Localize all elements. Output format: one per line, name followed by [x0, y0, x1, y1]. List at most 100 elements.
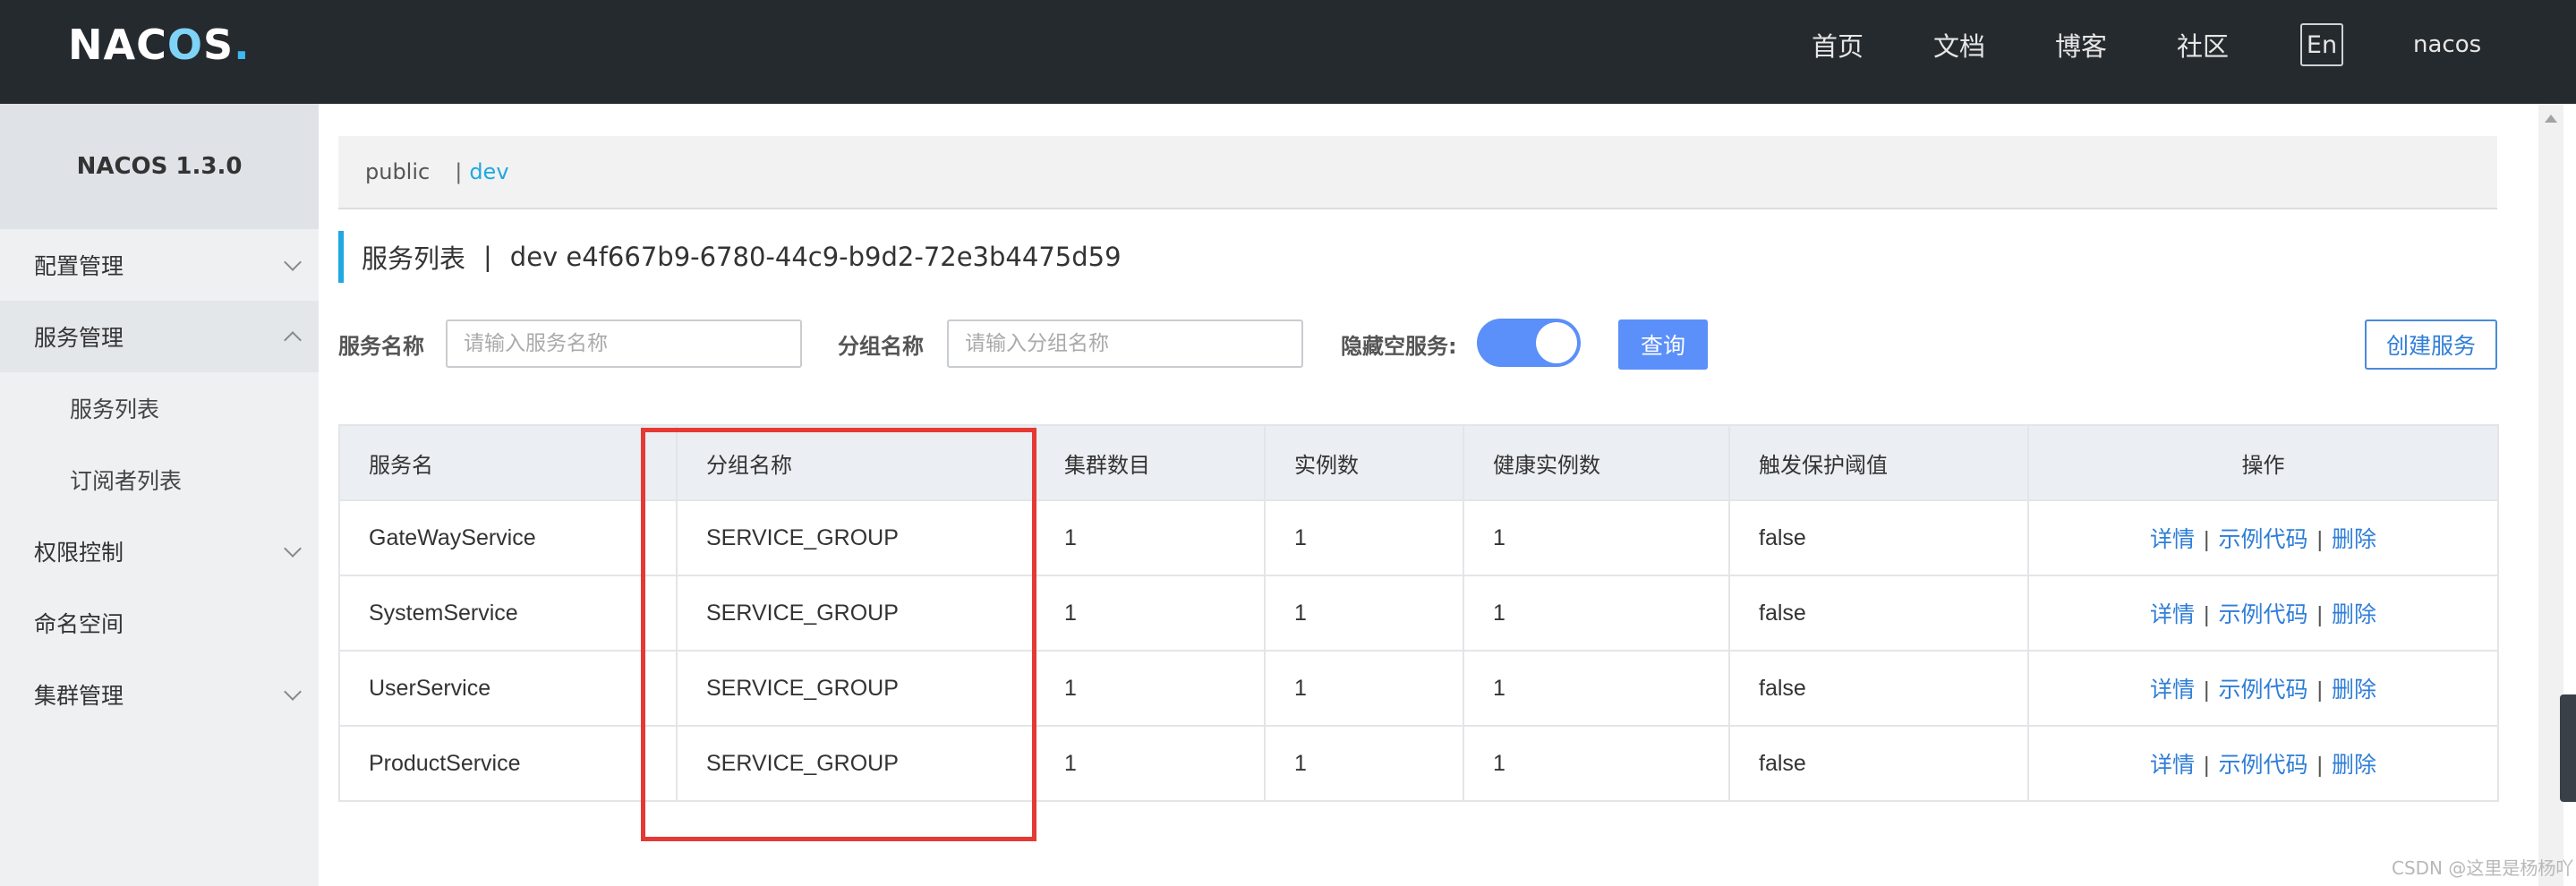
- table-row: SystemService SERVICE_GROUP 1 1 1 false …: [338, 575, 2499, 652]
- cell-protect-threshold: false: [1728, 725, 2029, 802]
- cell-instance-count: 1: [1264, 650, 1464, 727]
- cell-spacer: [642, 499, 678, 576]
- cell-cluster-count: 1: [1034, 725, 1266, 802]
- op-separator: |: [2203, 527, 2210, 552]
- delete-link[interactable]: 删除: [2332, 527, 2376, 552]
- sample-code-link[interactable]: 示例代码: [2218, 753, 2307, 778]
- cell-cluster-count: 1: [1034, 499, 1266, 576]
- sidebar-item-subscriber-list[interactable]: 订阅者列表: [0, 444, 319, 515]
- column-header-healthy-instance-count[interactable]: 健康实例数: [1463, 424, 1730, 501]
- sidebar-item-service-management[interactable]: 服务管理: [0, 301, 319, 372]
- cell-healthy-instance-count: 1: [1463, 499, 1730, 576]
- nav-docs-link[interactable]: 文档: [1933, 0, 1985, 89]
- page-title-text: 服务列表: [362, 243, 466, 274]
- cell-group-name: SERVICE_GROUP: [676, 650, 1036, 727]
- delete-link[interactable]: 删除: [2332, 602, 2376, 627]
- sample-code-link[interactable]: 示例代码: [2218, 602, 2307, 627]
- sample-code-link[interactable]: 示例代码: [2218, 677, 2307, 703]
- op-separator: |: [2203, 677, 2210, 703]
- cell-spacer: [642, 725, 678, 802]
- cell-instance-count: 1: [1264, 725, 1464, 802]
- namespace-public-link[interactable]: public: [365, 159, 430, 184]
- sidebar-item-config-management[interactable]: 配置管理: [0, 229, 319, 301]
- query-button[interactable]: 查询: [1618, 319, 1708, 370]
- detail-link[interactable]: 详情: [2150, 753, 2195, 778]
- column-header-instance-count[interactable]: 实例数: [1264, 424, 1464, 501]
- op-separator: |: [2203, 753, 2210, 778]
- sidebar-item-label: 权限控制: [34, 540, 124, 566]
- group-name-input[interactable]: [947, 319, 1303, 368]
- sidebar-item-access-control[interactable]: 权限控制: [0, 515, 319, 587]
- op-separator: |: [2316, 753, 2324, 778]
- cell-cluster-count: 1: [1034, 650, 1266, 727]
- cell-cluster-count: 1: [1034, 575, 1266, 652]
- cell-group-name: SERVICE_GROUP: [676, 725, 1036, 802]
- detail-link[interactable]: 详情: [2150, 527, 2195, 552]
- language-switch-button[interactable]: En: [2300, 23, 2343, 66]
- logo-dot: .: [234, 21, 251, 69]
- sidebar-title: NACOS 1.3.0: [0, 104, 319, 229]
- user-menu[interactable]: nacos: [2413, 0, 2481, 89]
- cell-protect-threshold: false: [1728, 650, 2029, 727]
- sidebar-item-label: 服务列表: [70, 396, 160, 422]
- op-separator: |: [2316, 602, 2324, 627]
- logo-letter: A: [103, 21, 137, 69]
- delete-link[interactable]: 删除: [2332, 753, 2376, 778]
- page-title: 服务列表 | dev e4f667b9-6780-44c9-b9d2-72e3b…: [338, 231, 1122, 283]
- side-widget[interactable]: [2560, 694, 2576, 802]
- nacos-logo[interactable]: NACOS.: [68, 18, 251, 72]
- column-header-operations: 操作: [2027, 424, 2499, 501]
- column-header-protect-threshold[interactable]: 触发保护阈值: [1728, 424, 2029, 501]
- nav-home-link[interactable]: 首页: [1812, 0, 1864, 89]
- nav-community-link[interactable]: 社区: [2177, 0, 2229, 89]
- service-name-label: 服务名称: [338, 333, 424, 359]
- scroll-up-arrow-icon[interactable]: [2545, 115, 2557, 123]
- nav-blog-link[interactable]: 博客: [2055, 0, 2107, 89]
- cell-instance-count: 1: [1264, 575, 1464, 652]
- sidebar-item-namespace[interactable]: 命名空间: [0, 587, 319, 659]
- hide-empty-services-label: 隐藏空服务:: [1341, 333, 1457, 359]
- cell-group-name: SERVICE_GROUP: [676, 575, 1036, 652]
- op-separator: |: [2316, 677, 2324, 703]
- cell-service-name: UserService: [338, 650, 644, 727]
- op-separator: |: [2203, 602, 2210, 627]
- watermark: CSDN @这里是杨杨吖: [2392, 857, 2574, 879]
- sidebar-item-cluster-management[interactable]: 集群管理: [0, 659, 319, 730]
- chevron-up-icon: [284, 331, 302, 349]
- cell-service-name: SystemService: [338, 575, 644, 652]
- hide-empty-services-toggle[interactable]: [1477, 319, 1581, 367]
- logo-letter: N: [68, 21, 104, 69]
- cell-spacer: [642, 575, 678, 652]
- column-header-cluster-count[interactable]: 集群数目: [1034, 424, 1266, 501]
- toggle-knob: [1536, 322, 1577, 363]
- table-row: UserService SERVICE_GROUP 1 1 1 false 详情…: [338, 650, 2499, 727]
- cell-operations: 详情 | 示例代码 | 删除: [2027, 575, 2499, 652]
- column-header-service-name[interactable]: 服务名: [338, 424, 644, 501]
- cell-protect-threshold: false: [1728, 499, 2029, 576]
- service-name-input[interactable]: [446, 319, 802, 368]
- namespace-dev-link[interactable]: dev: [469, 159, 508, 184]
- chevron-down-icon: [284, 253, 302, 271]
- column-header-spacer: [642, 424, 678, 501]
- delete-link[interactable]: 删除: [2332, 677, 2376, 703]
- logo-letter: S: [202, 21, 235, 69]
- cell-operations: 详情 | 示例代码 | 删除: [2027, 725, 2499, 802]
- service-table: 服务名 分组名称 集群数目 实例数 健康实例数 触发保护阈值 操作 GateWa…: [338, 424, 2499, 802]
- sidebar-item-service-list[interactable]: 服务列表: [0, 372, 319, 444]
- chevron-down-icon: [284, 683, 302, 701]
- sidebar-item-label: 订阅者列表: [70, 468, 183, 494]
- table-header-row: 服务名 分组名称 集群数目 实例数 健康实例数 触发保护阈值 操作: [338, 424, 2499, 501]
- cell-service-name: ProductService: [338, 725, 644, 802]
- detail-link[interactable]: 详情: [2150, 677, 2195, 703]
- column-header-group-name[interactable]: 分组名称: [676, 424, 1036, 501]
- create-service-button[interactable]: 创建服务: [2365, 319, 2497, 370]
- detail-link[interactable]: 详情: [2150, 602, 2195, 627]
- logo-letter: O: [166, 21, 203, 69]
- cell-protect-threshold: false: [1728, 575, 2029, 652]
- sidebar-item-label: 命名空间: [34, 611, 124, 637]
- logo-letter: C: [136, 21, 167, 69]
- sample-code-link[interactable]: 示例代码: [2218, 527, 2307, 552]
- top-navbar: NACOS. 首页 文档 博客 社区 En nacos: [0, 0, 2576, 104]
- page-title-namespace: dev e4f667b9-6780-44c9-b9d2-72e3b4475d59: [509, 242, 1122, 272]
- cell-instance-count: 1: [1264, 499, 1464, 576]
